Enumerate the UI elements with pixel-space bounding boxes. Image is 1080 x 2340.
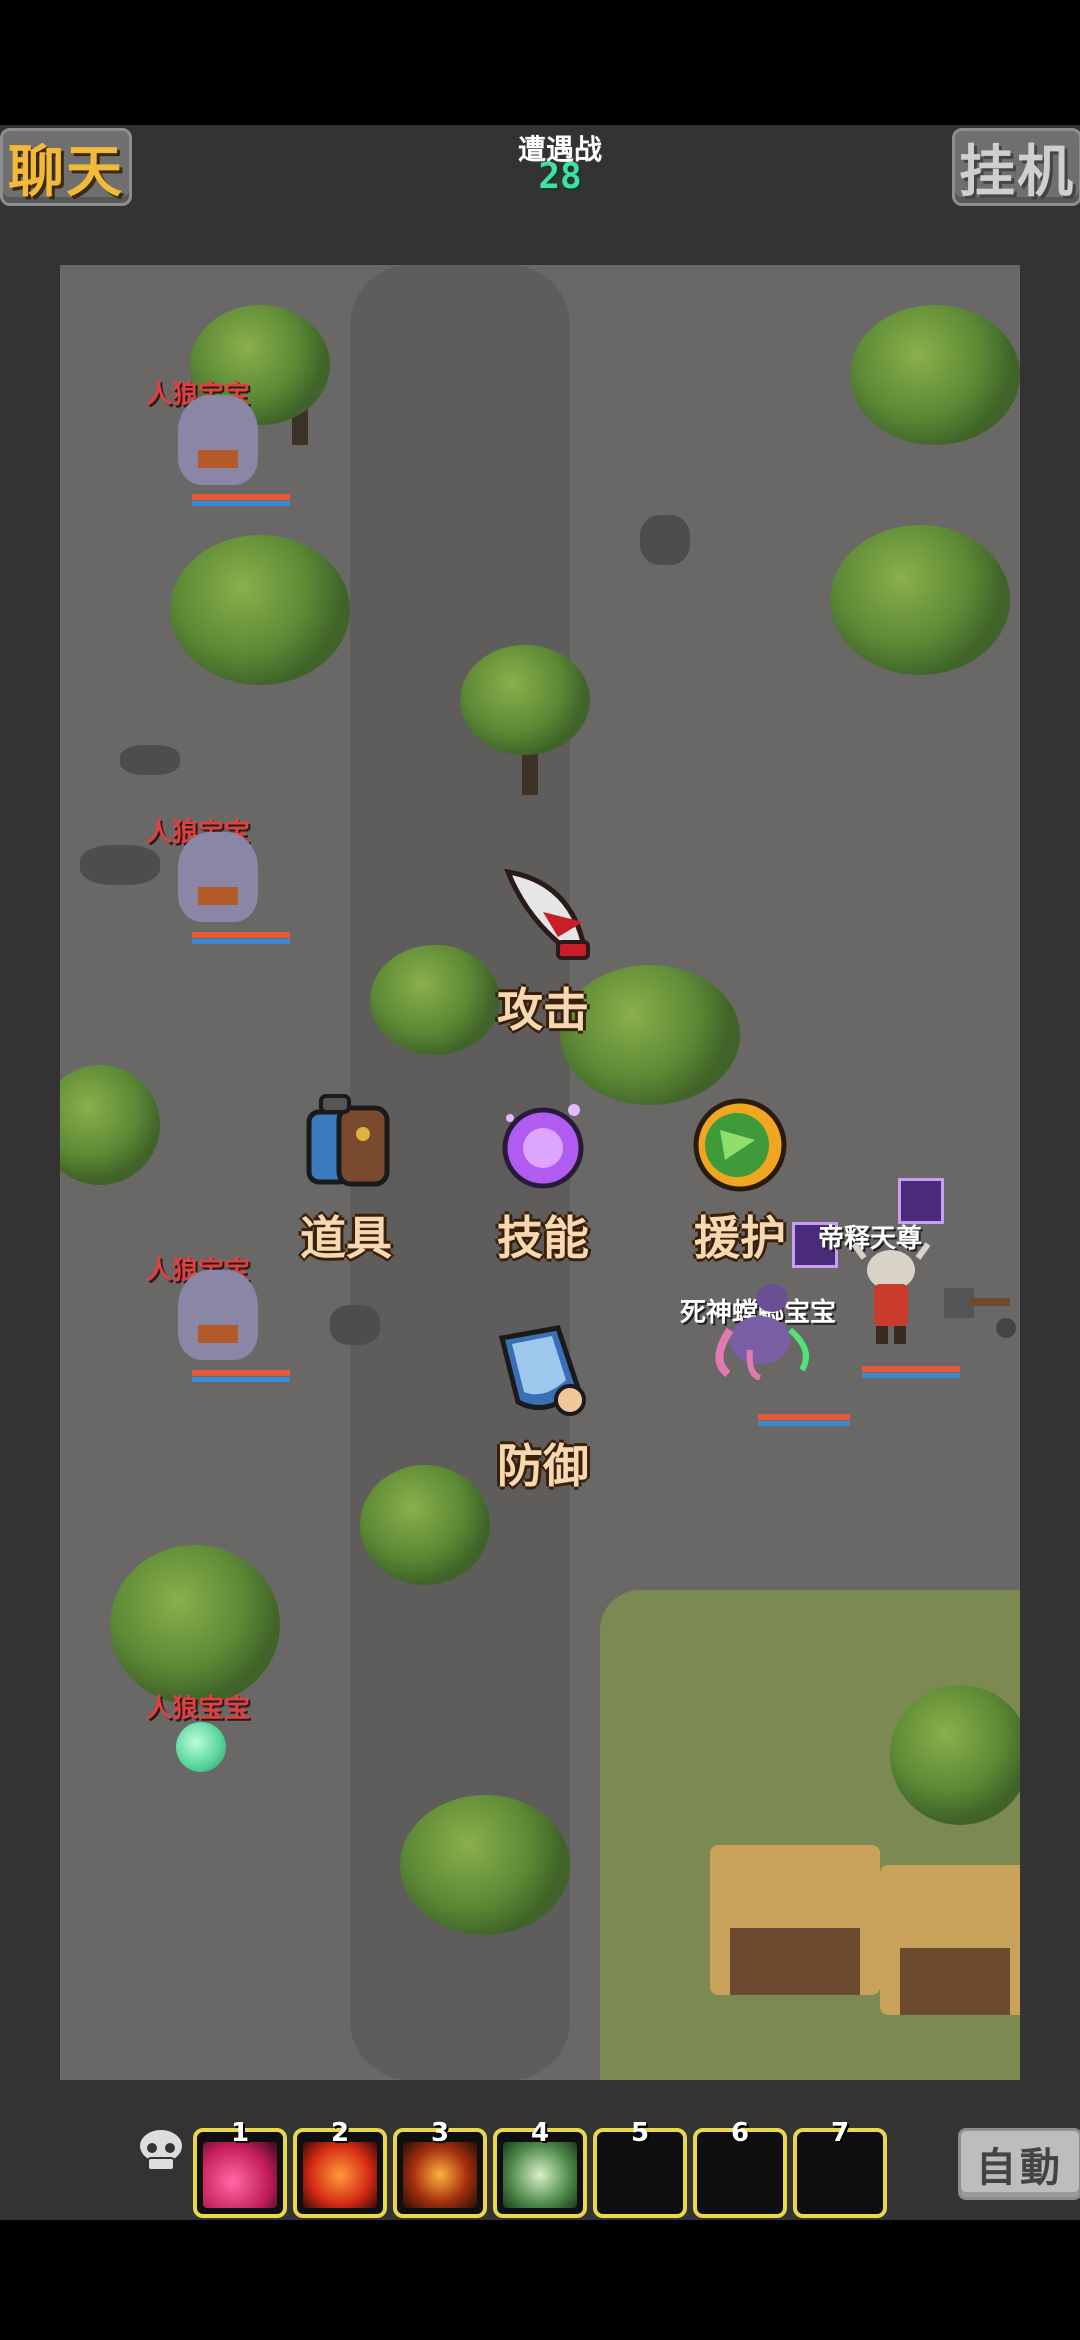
player-mp-bar — [862, 1373, 960, 1378]
werewolf-enemy[interactable] — [178, 395, 258, 485]
tree — [400, 1795, 570, 1935]
werewolf-enemy[interactable] — [178, 1270, 258, 1360]
enemy-hp-bar — [192, 494, 290, 500]
skill-slot-1[interactable]: 1 — [193, 2118, 287, 2218]
slot-number: 5 — [630, 2118, 650, 2148]
battle-counter: 28 — [538, 156, 582, 197]
slot-number: 2 — [330, 2118, 350, 2148]
fire-demon-icon — [403, 2142, 477, 2208]
skill-slot-5[interactable]: 5 — [593, 2118, 687, 2218]
pink-slash-icon — [203, 2142, 277, 2208]
pet-hp-bar — [758, 1414, 850, 1420]
enemy-mp-bar — [192, 501, 290, 506]
chat-button[interactable]: 聊天 — [0, 128, 132, 206]
shield-fist-icon — [498, 1325, 586, 1416]
mantis-pet[interactable] — [710, 1270, 810, 1380]
tree — [850, 305, 1020, 445]
attack-label: 攻击 — [497, 983, 589, 1037]
item-label: 道具 — [300, 1211, 392, 1265]
assist-action[interactable]: 援护 — [665, 1090, 815, 1268]
enemy-hp-bar — [192, 1370, 290, 1376]
skill-slot-6[interactable]: 6 — [693, 2118, 787, 2218]
player-hero[interactable] — [846, 1240, 936, 1350]
rock — [80, 845, 160, 885]
navigation-bar-area — [0, 2220, 1080, 2340]
tree — [170, 535, 350, 685]
rock — [640, 515, 690, 565]
werewolf-enemy[interactable] — [178, 832, 258, 922]
enemy-mp-bar — [192, 1377, 290, 1382]
skill-slot-4[interactable]: 4 — [493, 2118, 587, 2218]
backpack-icon — [306, 1094, 390, 1187]
purple-magic-orb-icon — [502, 1104, 584, 1189]
defend-action[interactable]: 防御 — [468, 1318, 618, 1496]
tree — [60, 1065, 160, 1185]
slot-number: 3 — [430, 2118, 450, 2148]
hammer-weapon — [944, 1288, 1016, 1338]
tree — [830, 525, 1010, 675]
status-bar-area — [0, 0, 1080, 125]
slot-number: 7 — [830, 2118, 850, 2148]
thatched-hut — [710, 1845, 880, 1995]
skill-slot-7[interactable]: 7 — [793, 2118, 887, 2218]
assist-label: 援护 — [694, 1211, 786, 1265]
green-emblem-icon — [693, 1098, 787, 1192]
attack-action[interactable]: 攻击 — [468, 862, 618, 1040]
skill-slot-2[interactable]: 2 — [293, 2118, 387, 2218]
enemy-mp-bar — [192, 939, 290, 944]
skill-slot-3[interactable]: 3 — [393, 2118, 487, 2218]
wind-dragon-icon — [503, 2142, 577, 2208]
hangup-button[interactable]: 挂机 — [952, 128, 1080, 206]
slot-number: 4 — [530, 2118, 550, 2148]
auto-battle-button[interactable]: 自動 — [958, 2128, 1080, 2200]
item-action[interactable]: 道具 — [271, 1090, 421, 1268]
skill-label: 技能 — [497, 1211, 589, 1265]
slime-enemy[interactable] — [176, 1722, 226, 1772]
enemy-name-label: 人狼宝宝 — [146, 1694, 251, 1724]
slot-number: 1 — [230, 2118, 250, 2148]
tree — [460, 645, 590, 755]
slot-number: 6 — [730, 2118, 750, 2148]
enemy-hp-bar — [192, 932, 290, 938]
rock — [120, 745, 180, 775]
thatched-hut — [880, 1865, 1020, 2015]
tree — [110, 1545, 280, 1705]
skill-action[interactable]: 技能 — [468, 1090, 618, 1268]
skull-icon — [138, 2128, 184, 2171]
pet-mp-bar — [758, 1421, 850, 1426]
tree — [890, 1685, 1020, 1825]
bloody-blade-icon — [504, 868, 590, 960]
player-hp-bar — [862, 1366, 960, 1372]
defend-label: 防御 — [497, 1439, 589, 1493]
fire-slash-icon — [303, 2142, 377, 2208]
rock — [330, 1305, 380, 1345]
